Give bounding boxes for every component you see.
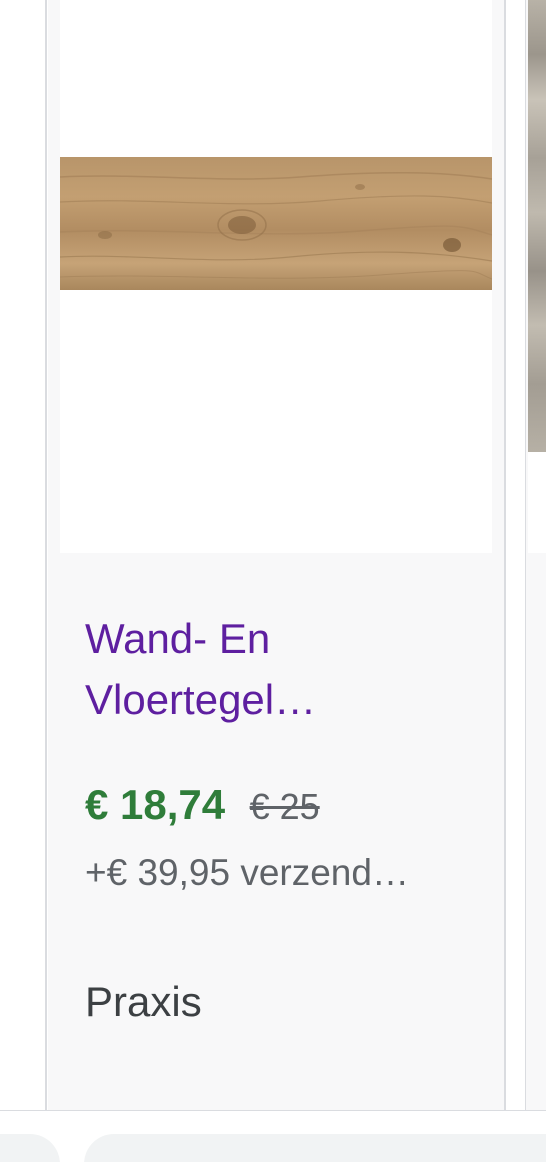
product-price: € 18,74 xyxy=(85,781,226,828)
prev-card-edge xyxy=(0,0,2,1110)
product-image[interactable] xyxy=(60,0,492,553)
product-old-price: € 25 xyxy=(249,786,320,827)
product-title[interactable]: Wand- En Vloertegel… xyxy=(85,608,485,730)
price-row: € 18,74 € 25 xyxy=(85,781,320,829)
shipping-cost: +€ 39,95 verzend… xyxy=(85,852,409,893)
bottom-chip-right[interactable] xyxy=(84,1134,546,1162)
wood-plank-tile-image xyxy=(60,157,492,290)
card-border-right xyxy=(504,0,506,1110)
store-name: Praxis xyxy=(85,978,202,1025)
product-carousel: Wand- En Vloertegel… € 18,74 € 25 +€ 39,… xyxy=(0,0,546,1162)
card-border-left xyxy=(45,0,47,1110)
next-image-background xyxy=(528,452,546,553)
stone-tile-image[interactable] xyxy=(528,0,546,452)
product-card[interactable]: Wand- En Vloertegel… € 18,74 € 25 +€ 39,… xyxy=(48,0,504,1110)
